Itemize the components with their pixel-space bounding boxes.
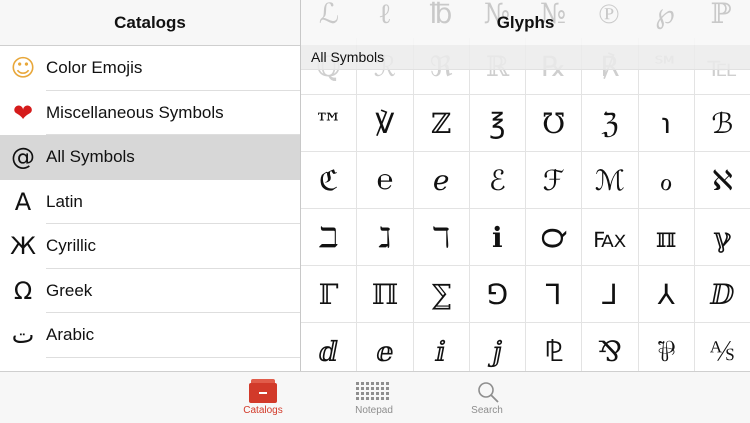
glyph-cell[interactable]: ⅇ: [357, 323, 414, 371]
latin-a-icon: A: [14, 187, 32, 216]
glyph-cell[interactable]: ℽ: [695, 209, 750, 265]
app-window: Catalogs ☺ Color Emojis ❤ Miscellaneous …: [0, 0, 750, 371]
catalog-item-all-symbols[interactable]: @ All Symbols: [0, 135, 300, 180]
glyph-cell[interactable]: ⅌: [639, 323, 695, 371]
folder-icon: [249, 379, 277, 403]
glyph-cell[interactable]: ⅀: [414, 266, 470, 322]
glyph-cell[interactable]: ℸ: [414, 209, 470, 265]
glyph-cell[interactable]: ℥: [470, 95, 526, 151]
catalog-list: ☺ Color Emojis ❤ Miscellaneous Symbols @…: [0, 46, 300, 358]
glyph-cell[interactable]: ℣: [357, 95, 414, 151]
catalog-item-label: Latin: [46, 191, 83, 211]
arabic-teh-icon: ت: [11, 321, 35, 350]
catalogs-pane: Catalogs ☺ Color Emojis ❤ Miscellaneous …: [0, 0, 301, 371]
tab-catalogs[interactable]: Catalogs: [223, 376, 303, 422]
glyph-cell[interactable]: ⅋: [582, 323, 639, 371]
magnifier-icon: [478, 382, 499, 403]
omega-icon: Ω: [13, 276, 33, 305]
glyph-cell[interactable]: ⅍: [695, 323, 750, 371]
glyph-cell[interactable]: ℶ: [301, 209, 358, 265]
glyph-cell[interactable]: ℻: [582, 209, 639, 265]
glyph-cell[interactable]: ℳ: [582, 152, 639, 208]
glyph-ghost: ℙ: [710, 0, 732, 30]
glyph-cell[interactable]: ⅊: [526, 323, 583, 371]
glyph-cell[interactable]: ⅈ: [414, 323, 470, 371]
tab-search-label: Search: [471, 405, 503, 416]
glyph-cell[interactable]: ℿ: [357, 266, 414, 322]
glyph-cell[interactable]: ℾ: [301, 266, 358, 322]
glyph-cell[interactable]: ⅂: [526, 266, 583, 322]
glyph-row: ℾ ℿ ⅀ ⅁ ⅂ ⅃ ⅄ ⅅ: [301, 266, 750, 323]
catalog-item-label: Arabic: [46, 325, 95, 345]
at-sign-icon: @: [11, 143, 35, 172]
glyph-row: ⅆ ⅇ ⅈ ⅉ ⅊ ⅋ ⅌ ⅍: [301, 323, 750, 371]
glyphs-title: Glyphs: [496, 12, 555, 32]
glyphs-pane: ℒ ℓ ℔ № № ℗ ℘ ℙ Glyphs All Symbols ℚ ℛ ℜ…: [301, 0, 750, 371]
glyphs-nav-bar: ℒ ℓ ℔ № № ℗ ℘ ℙ Glyphs: [301, 0, 750, 45]
glyph-cell[interactable]: ℵ: [695, 152, 750, 208]
glyph-row: ™ ℣ ℤ ℥ ℧ ℨ ℩ ℬ: [301, 95, 750, 152]
glyph-cell[interactable]: ℰ: [470, 152, 526, 208]
glyph-ghost: ℘: [655, 0, 675, 30]
catalog-item-label: Cyrillic: [46, 236, 97, 256]
glyph-ghost: ℒ: [318, 0, 340, 30]
tab-search[interactable]: Search: [447, 376, 527, 422]
glyph-ghost: ℗: [598, 0, 620, 30]
catalog-item-label: All Symbols: [46, 147, 135, 167]
tab-notepad[interactable]: Notepad: [334, 376, 414, 422]
glyph-cell[interactable]: ℩: [639, 95, 695, 151]
heart-icon: ❤: [12, 98, 34, 127]
glyph-ghost: ℔: [429, 0, 453, 30]
glyph-cell[interactable]: ℺: [526, 209, 583, 265]
catalog-item-label: Greek: [46, 280, 93, 300]
cyrillic-zhe-icon: Ж: [10, 232, 36, 261]
glyph-cell[interactable]: ℬ: [695, 95, 750, 151]
glyph-row: ℭ ℮ ℯ ℰ ℱ ℳ ℴ ℵ: [301, 152, 750, 209]
glyph-cell[interactable]: ⅉ: [470, 323, 526, 371]
catalog-item-miscellaneous-symbols[interactable]: ❤ Miscellaneous Symbols: [0, 91, 300, 136]
glyph-cell[interactable]: ℧: [526, 95, 583, 151]
tab-bar: Catalogs Notepad Search: [0, 371, 750, 423]
glyph-cell[interactable]: ⅁: [470, 266, 526, 322]
keyboard-icon: [356, 382, 392, 402]
catalogs-title: Catalogs: [114, 12, 186, 32]
glyph-cell[interactable]: ℴ: [639, 152, 695, 208]
glyph-cell[interactable]: ℼ: [639, 209, 695, 265]
glyph-cell[interactable]: ⅃: [582, 266, 639, 322]
tab-catalogs-label: Catalogs: [243, 405, 283, 416]
glyph-cell[interactable]: ™: [301, 95, 358, 151]
catalog-item-color-emojis[interactable]: ☺ Color Emojis: [0, 46, 300, 91]
glyph-cell[interactable]: ℭ: [301, 152, 358, 208]
glyph-cell[interactable]: ℤ: [414, 95, 470, 151]
glyph-row: ℶ ℷ ℸ ℹ ℺ ℻ ℼ ℽ: [301, 209, 750, 266]
catalogs-nav-bar: Catalogs: [0, 0, 300, 46]
glyph-cell[interactable]: ℨ: [582, 95, 639, 151]
glyph-cell[interactable]: ℯ: [414, 152, 470, 208]
glyph-cell[interactable]: ⅆ: [301, 323, 358, 371]
glyph-cell[interactable]: ℷ: [357, 209, 414, 265]
catalog-item-arabic[interactable]: ت Arabic: [0, 313, 300, 358]
tab-notepad-label: Notepad: [355, 405, 393, 416]
catalog-item-cyrillic[interactable]: Ж Cyrillic: [0, 224, 300, 269]
catalog-item-latin[interactable]: A Latin: [0, 180, 300, 225]
smiling-face-icon: ☺: [10, 54, 36, 83]
glyph-cell[interactable]: ℱ: [526, 152, 583, 208]
catalog-item-greek[interactable]: Ω Greek: [0, 269, 300, 314]
catalog-item-label: Miscellaneous Symbols: [46, 102, 224, 122]
glyph-cell[interactable]: ℮: [357, 152, 414, 208]
glyph-cell[interactable]: ℹ: [470, 209, 526, 265]
section-header: All Symbols: [301, 45, 750, 70]
glyph-cell[interactable]: ⅅ: [695, 266, 750, 322]
glyph-grid: ℚ ℛ ℜ ℝ ℞ ℟ ℠ ℡ ™ ℣ ℤ ℥ ℧ ℨ ℩ ℬ ℭ ℮: [301, 38, 750, 371]
section-header-label: All Symbols: [311, 49, 385, 65]
glyph-ghost: ℓ: [378, 0, 392, 30]
glyph-cell[interactable]: ⅄: [639, 266, 695, 322]
catalog-item-label: Color Emojis: [46, 58, 143, 78]
